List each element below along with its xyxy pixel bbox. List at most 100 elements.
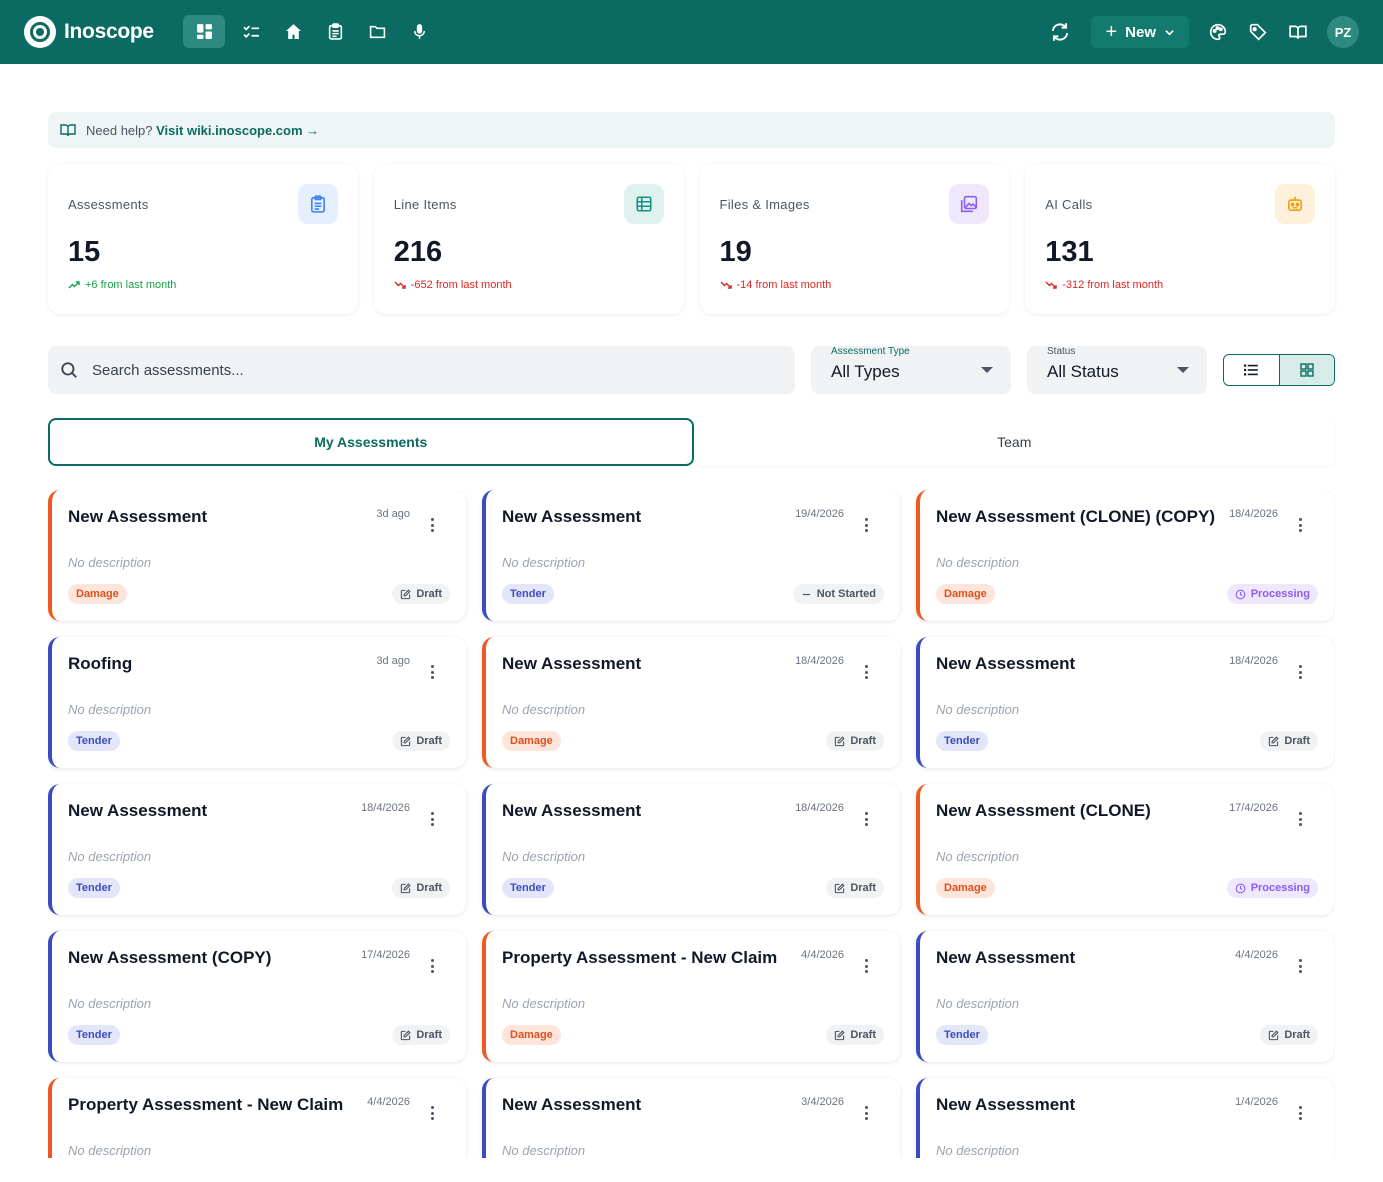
dashboard-icon bbox=[196, 24, 212, 39]
images-icon bbox=[961, 195, 978, 213]
card-date: 19/4/2026 bbox=[795, 508, 844, 520]
card-title: New Assessment (COPY) bbox=[68, 948, 272, 967]
assessment-card[interactable]: New Assessment1/4/2026No descriptionTend… bbox=[916, 1078, 1334, 1158]
more-vertical-icon[interactable] bbox=[1298, 665, 1302, 679]
sync-button[interactable] bbox=[1047, 14, 1073, 50]
assessment-card[interactable]: New Assessment 18/4/2026 No description Dam… bbox=[482, 637, 900, 768]
assessment-card[interactable]: New Assessment (CLONE) 17/4/2026 No descri… bbox=[916, 784, 1334, 915]
more-vertical-icon[interactable] bbox=[864, 518, 868, 532]
grid-view-button[interactable] bbox=[1278, 355, 1334, 385]
docs-button[interactable] bbox=[1287, 14, 1309, 50]
tasks-nav-button[interactable] bbox=[235, 15, 267, 48]
status-label: Draft bbox=[416, 735, 442, 747]
tab-my-assessments[interactable]: My Assessments bbox=[48, 418, 694, 466]
type-badge: Damage bbox=[502, 1025, 561, 1045]
stat-icon-badge bbox=[623, 184, 664, 224]
edit-icon bbox=[1269, 735, 1279, 746]
caret-down-icon bbox=[981, 367, 993, 373]
card-title: New Assessment bbox=[502, 1095, 642, 1114]
card-title: New Assessment bbox=[936, 1095, 1076, 1114]
voice-nav-button[interactable] bbox=[403, 15, 435, 48]
card-description: No description bbox=[502, 849, 586, 864]
status-select[interactable]: Status All Status bbox=[1027, 346, 1207, 394]
help-prefix: Need help? bbox=[86, 122, 153, 138]
stat-value: 15 bbox=[68, 236, 101, 268]
card-title: New Assessment bbox=[936, 948, 1076, 967]
more-vertical-icon[interactable] bbox=[864, 812, 868, 826]
status-badge: Processing bbox=[1226, 584, 1318, 604]
refresh-icon bbox=[1052, 23, 1069, 41]
status-label: Draft bbox=[1284, 735, 1310, 747]
card-date: 1/4/2026 bbox=[1235, 1096, 1278, 1108]
edit-icon bbox=[835, 1029, 845, 1040]
stat-card-ai-calls: AI Calls 131 -312 from last month bbox=[1025, 164, 1335, 314]
more-vertical-icon[interactable] bbox=[430, 518, 434, 532]
stat-icon-badge bbox=[949, 184, 990, 224]
more-vertical-icon[interactable] bbox=[430, 665, 434, 679]
type-badge: Damage bbox=[936, 878, 995, 898]
new-button[interactable]: + New bbox=[1091, 16, 1189, 48]
search-input[interactable] bbox=[92, 361, 692, 379]
status-badge: Draft bbox=[392, 731, 450, 751]
stat-card-files: Files & Images 19 -14 from last month bbox=[699, 164, 1010, 314]
theme-button[interactable] bbox=[1207, 14, 1229, 50]
assessment-card[interactable]: Property Assessment - New Claim 4/4/2026 N… bbox=[482, 931, 900, 1062]
user-avatar[interactable]: PZ bbox=[1327, 16, 1359, 48]
more-vertical-icon[interactable] bbox=[1298, 1106, 1302, 1120]
more-vertical-icon[interactable] bbox=[1298, 959, 1302, 973]
status-badge: Processing bbox=[1226, 878, 1318, 898]
select-value: All Types bbox=[831, 362, 900, 381]
home-nav-button[interactable] bbox=[277, 15, 309, 48]
type-badge: Tender bbox=[68, 878, 120, 898]
type-badge: Damage bbox=[502, 731, 561, 751]
card-description: No description bbox=[68, 849, 152, 864]
assessment-card[interactable]: New Assessment 19/4/2026 No description Ten… bbox=[482, 490, 900, 621]
assessment-type-select[interactable]: Assessment Type All Types bbox=[811, 346, 1011, 394]
card-date: 4/4/2026 bbox=[801, 949, 844, 961]
new-button-label: New bbox=[1125, 23, 1156, 41]
assessment-card[interactable]: New Assessment 18/4/2026 No description Ten… bbox=[916, 637, 1334, 768]
more-vertical-icon[interactable] bbox=[430, 1106, 434, 1120]
inoscope-logo-icon bbox=[24, 16, 56, 48]
card-date: 3d ago bbox=[376, 655, 410, 667]
stat-trend: +6 from last month bbox=[68, 279, 176, 291]
stat-trend: -652 from last month bbox=[394, 279, 512, 291]
more-vertical-icon[interactable] bbox=[430, 959, 434, 973]
list-view-button[interactable] bbox=[1224, 355, 1279, 385]
stat-label: Files & Images bbox=[719, 197, 810, 212]
assessment-card[interactable]: New Assessment 18/4/2026 No description Ten… bbox=[48, 784, 466, 915]
assessment-card[interactable]: New Assessment 3d ago No description Damage… bbox=[48, 490, 466, 621]
more-vertical-icon[interactable] bbox=[1298, 812, 1302, 826]
robot-icon bbox=[1288, 196, 1302, 211]
assessment-card[interactable]: New Assessment3/4/2026No descriptionTend… bbox=[482, 1078, 900, 1158]
more-vertical-icon[interactable] bbox=[864, 665, 868, 679]
type-badge: Tender bbox=[936, 1025, 988, 1045]
reports-nav-button[interactable] bbox=[319, 15, 351, 48]
assessment-card[interactable]: New Assessment (CLONE) (COPY) 18/4/2026 No… bbox=[916, 490, 1334, 621]
card-description: No description bbox=[936, 996, 1020, 1011]
assessment-card[interactable]: Property Assessment - New Claim 4/4/2026 N… bbox=[48, 1078, 466, 1158]
tags-button[interactable] bbox=[1247, 14, 1269, 50]
card-date: 18/4/2026 bbox=[361, 802, 410, 814]
more-vertical-icon[interactable] bbox=[864, 959, 868, 973]
card-date: 4/4/2026 bbox=[367, 1096, 410, 1108]
stat-value: 131 bbox=[1045, 236, 1094, 268]
assessment-card[interactable]: New Assessment 18/4/2026 No description Ten… bbox=[482, 784, 900, 915]
wiki-link[interactable]: Visit wiki.inoscope.com → bbox=[156, 123, 319, 138]
view-toggle bbox=[1223, 354, 1335, 386]
more-vertical-icon[interactable] bbox=[1298, 518, 1302, 532]
more-vertical-icon[interactable] bbox=[864, 1106, 868, 1120]
clipboard-icon bbox=[328, 23, 342, 40]
more-vertical-icon[interactable] bbox=[430, 812, 434, 826]
card-title: New Assessment bbox=[936, 654, 1076, 673]
assessment-card[interactable]: Roofing 3d ago No description Tender Draft bbox=[48, 637, 466, 768]
tab-team[interactable]: Team bbox=[694, 418, 1336, 466]
assessment-card[interactable]: New Assessment (COPY) 17/4/2026 No descrip… bbox=[48, 931, 466, 1062]
files-nav-button[interactable] bbox=[361, 15, 393, 48]
brand[interactable]: Inoscope bbox=[24, 16, 154, 48]
dashboard-nav-button[interactable] bbox=[183, 15, 225, 48]
status-label: Processing bbox=[1250, 588, 1310, 600]
card-title: New Assessment (CLONE) bbox=[936, 801, 1151, 820]
status-label: Processing bbox=[1250, 882, 1310, 894]
assessment-card[interactable]: New Assessment 4/4/2026 No description Tend… bbox=[916, 931, 1334, 1062]
